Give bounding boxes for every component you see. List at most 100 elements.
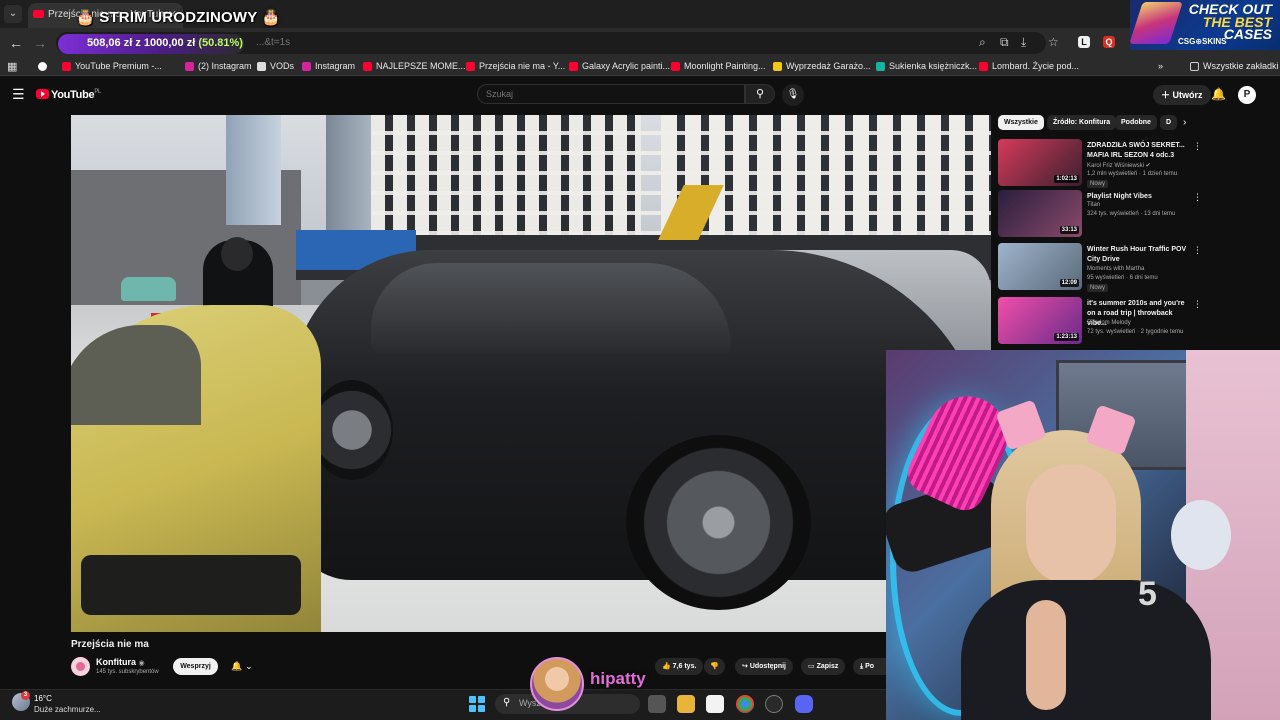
bookmark-item[interactable]: Galaxy Acrylic painti... <box>569 61 670 71</box>
bookmark-item[interactable]: (2) Instagram <box>185 61 252 71</box>
subscription-bell-icon[interactable]: 🔔 ⌄ <box>224 658 260 675</box>
discord-icon[interactable] <box>795 695 813 713</box>
like-button[interactable]: 👍 7,6 tys. <box>655 658 704 675</box>
create-button[interactable]: ＋ Utwórz <box>1153 85 1211 105</box>
recommendation-meta: 72 tys. wyświetleń · 2 tygodnie temu <box>1087 329 1184 335</box>
recommendation-item[interactable]: 1:23:13 it's summer 2010s and you're on a… <box>998 297 1202 347</box>
recommendation-channel[interactable]: Titan <box>1087 202 1100 208</box>
bookmark-label: Galaxy Acrylic painti... <box>582 61 671 71</box>
streamer-webcam: 5 <box>886 350 1280 720</box>
more-options-icon[interactable]: ⋮ <box>1193 245 1202 256</box>
bookmark-star-icon[interactable]: ☆ <box>1048 35 1059 49</box>
recommendation-thumbnail[interactable]: 1:23:13 <box>998 297 1082 344</box>
streamer-avatar <box>530 657 584 711</box>
file-explorer-icon[interactable] <box>677 695 695 713</box>
search-icon: ⚲ <box>755 88 765 100</box>
steam-icon[interactable] <box>765 695 783 713</box>
windows-start-icon[interactable] <box>469 696 485 712</box>
recommendation-thumbnail[interactable]: 33:13 <box>998 190 1082 237</box>
video-duration: 33:13 <box>1059 226 1079 234</box>
bookmark-item[interactable]: VODs <box>257 61 294 71</box>
video-scene-wheel <box>311 380 393 480</box>
video-scene-yellow-car-grill <box>81 555 301 615</box>
tab-list-chevron-icon[interactable]: ⌄ <box>4 5 22 23</box>
share-button[interactable]: ↪ Udostępnij <box>735 658 793 675</box>
recommendation-title[interactable]: Winter Rush Hour Traffic POV City Drive <box>1087 245 1187 265</box>
store-icon[interactable] <box>706 695 724 713</box>
recommendation-channel[interactable]: Random Melody <box>1087 320 1131 326</box>
download-icon: ⤓ <box>860 663 864 670</box>
more-options-icon[interactable]: ⋮ <box>1193 299 1202 310</box>
cast-icon[interactable]: ⧉ <box>1000 35 1009 50</box>
notifications-bell-icon[interactable]: 🔔 <box>1211 87 1226 101</box>
voice-search-mic-icon[interactable]: 🎙 <box>782 84 804 106</box>
video-scene-wheel <box>626 435 811 610</box>
bookmark-favicon-icon <box>569 62 578 71</box>
bookmark-label: YouTube Premium -... <box>75 61 162 71</box>
more-bookmarks-chevron-icon[interactable]: » <box>1158 61 1163 71</box>
filter-chip[interactable]: Źródło: Konfitura <box>1047 115 1117 130</box>
recommendation-thumbnail[interactable]: 12:09 <box>998 243 1082 290</box>
recommendation-title[interactable]: ZDRADZIŁA SWÓJ SEKRET... MAFIA IRL SEZON… <box>1087 141 1187 161</box>
more-actions-button[interactable]: ⤓ Po <box>853 658 886 675</box>
weather-temperature[interactable]: 16°C <box>34 694 52 703</box>
dislike-button[interactable]: 👎 <box>704 658 725 675</box>
recommendation-channel[interactable]: Karol Friz Wiśniewski ✔ <box>1087 162 1151 169</box>
support-button[interactable]: Wesprzyj <box>173 658 218 675</box>
filter-chip[interactable]: D <box>1160 115 1178 130</box>
recommendation-channel[interactable]: Moments with Martha <box>1087 266 1144 272</box>
apps-grid-icon[interactable]: ▦ <box>7 60 17 73</box>
youtube-logo[interactable]: YouTubePL <box>36 89 101 101</box>
bookmark-favicon-icon <box>876 62 885 71</box>
extension-icon[interactable]: L <box>1078 36 1090 48</box>
bookmark-item[interactable]: Przejścia nie ma - Y... <box>466 61 565 71</box>
bookmark-label: Lombard. Życie pod... <box>992 61 1080 71</box>
new-badge: Nowy <box>1087 180 1109 188</box>
search-input[interactable]: Szukaj <box>477 84 745 104</box>
bookmark-label: Sukienka księżniczk... <box>889 61 978 71</box>
video-duration: 1:23:13 <box>1054 333 1079 341</box>
recommendation-title[interactable]: Playlist Night Vibes <box>1087 192 1187 202</box>
more-options-icon[interactable]: ⋮ <box>1193 192 1202 203</box>
zoom-icon[interactable]: ⌕ <box>979 35 986 50</box>
recommendation-item[interactable]: 33:13 Playlist Night Vibes Titan 324 tys. w… <box>998 190 1202 240</box>
search-button[interactable]: ⚲ <box>745 84 775 104</box>
forward-arrow-icon[interactable]: → <box>33 35 47 51</box>
more-options-icon[interactable]: ⋮ <box>1193 141 1202 152</box>
filter-chip[interactable]: Wszystkie <box>998 115 1044 130</box>
bookmark-favicon-icon <box>773 62 782 71</box>
chrome-taskbar-icon[interactable] <box>736 695 754 713</box>
bookmark-item[interactable]: Wyprzedaż Garażo... <box>773 61 870 71</box>
bookmark-item[interactable]: Instagram <box>302 61 355 71</box>
download-icon[interactable]: ⤓ <box>1021 35 1026 50</box>
bookmark-item[interactable]: Lombard. Życie pod... <box>979 61 1079 71</box>
recommendation-item[interactable]: 12:09 Winter Rush Hour Traffic POV City D… <box>998 243 1202 293</box>
extension-icon[interactable]: Q <box>1103 36 1115 48</box>
filter-chip[interactable]: Podobne <box>1115 115 1157 130</box>
account-avatar[interactable]: P <box>1238 86 1256 104</box>
task-view-icon[interactable] <box>648 695 666 713</box>
channel-name[interactable]: Konfitura ◉ <box>96 657 145 667</box>
bookmark-item[interactable]: YouTube Premium -... <box>62 61 162 71</box>
bookmark-item[interactable]: Sukienka księżniczk... <box>876 61 977 71</box>
all-bookmarks-folder[interactable]: Wszystkie zakładki <box>1190 61 1279 71</box>
video-duration: 1:02:13 <box>1054 175 1079 183</box>
menu-hamburger-icon[interactable]: ☰ <box>12 86 25 103</box>
url-text: ...&t=1s <box>256 37 291 48</box>
csgo-skins-ad: CHECK OUT THE BEST CASES CSG⊕SKINS <box>1130 0 1280 50</box>
save-button[interactable]: ▭ Zapisz <box>801 658 846 675</box>
recommendation-meta: 95 wyświetleń · 6 dni temu <box>1087 275 1158 281</box>
all-bookmarks-label: Wszystkie zakładki <box>1203 61 1279 71</box>
back-arrow-icon[interactable]: ← <box>9 35 23 51</box>
ad-line-3: CASES <box>1223 26 1272 42</box>
weather-description[interactable]: Duże zachmurze... <box>34 705 101 714</box>
verified-icon: ◉ <box>138 660 145 667</box>
chips-next-chevron-icon[interactable]: › <box>1183 117 1186 128</box>
recommendation-thumbnail[interactable]: 1:02:13 <box>998 139 1082 186</box>
video-player[interactable] <box>71 115 991 632</box>
bookmark-item[interactable]: Moonlight Painting... <box>671 61 766 71</box>
recommendation-item[interactable]: 1:02:13 ZDRADZIŁA SWÓJ SEKRET... MAFIA IR… <box>998 139 1202 189</box>
bookmark-item[interactable]: NAJLEPSZE MOME... <box>363 61 466 71</box>
video-scene-suv-windows <box>371 263 731 353</box>
channel-avatar[interactable] <box>71 657 90 676</box>
